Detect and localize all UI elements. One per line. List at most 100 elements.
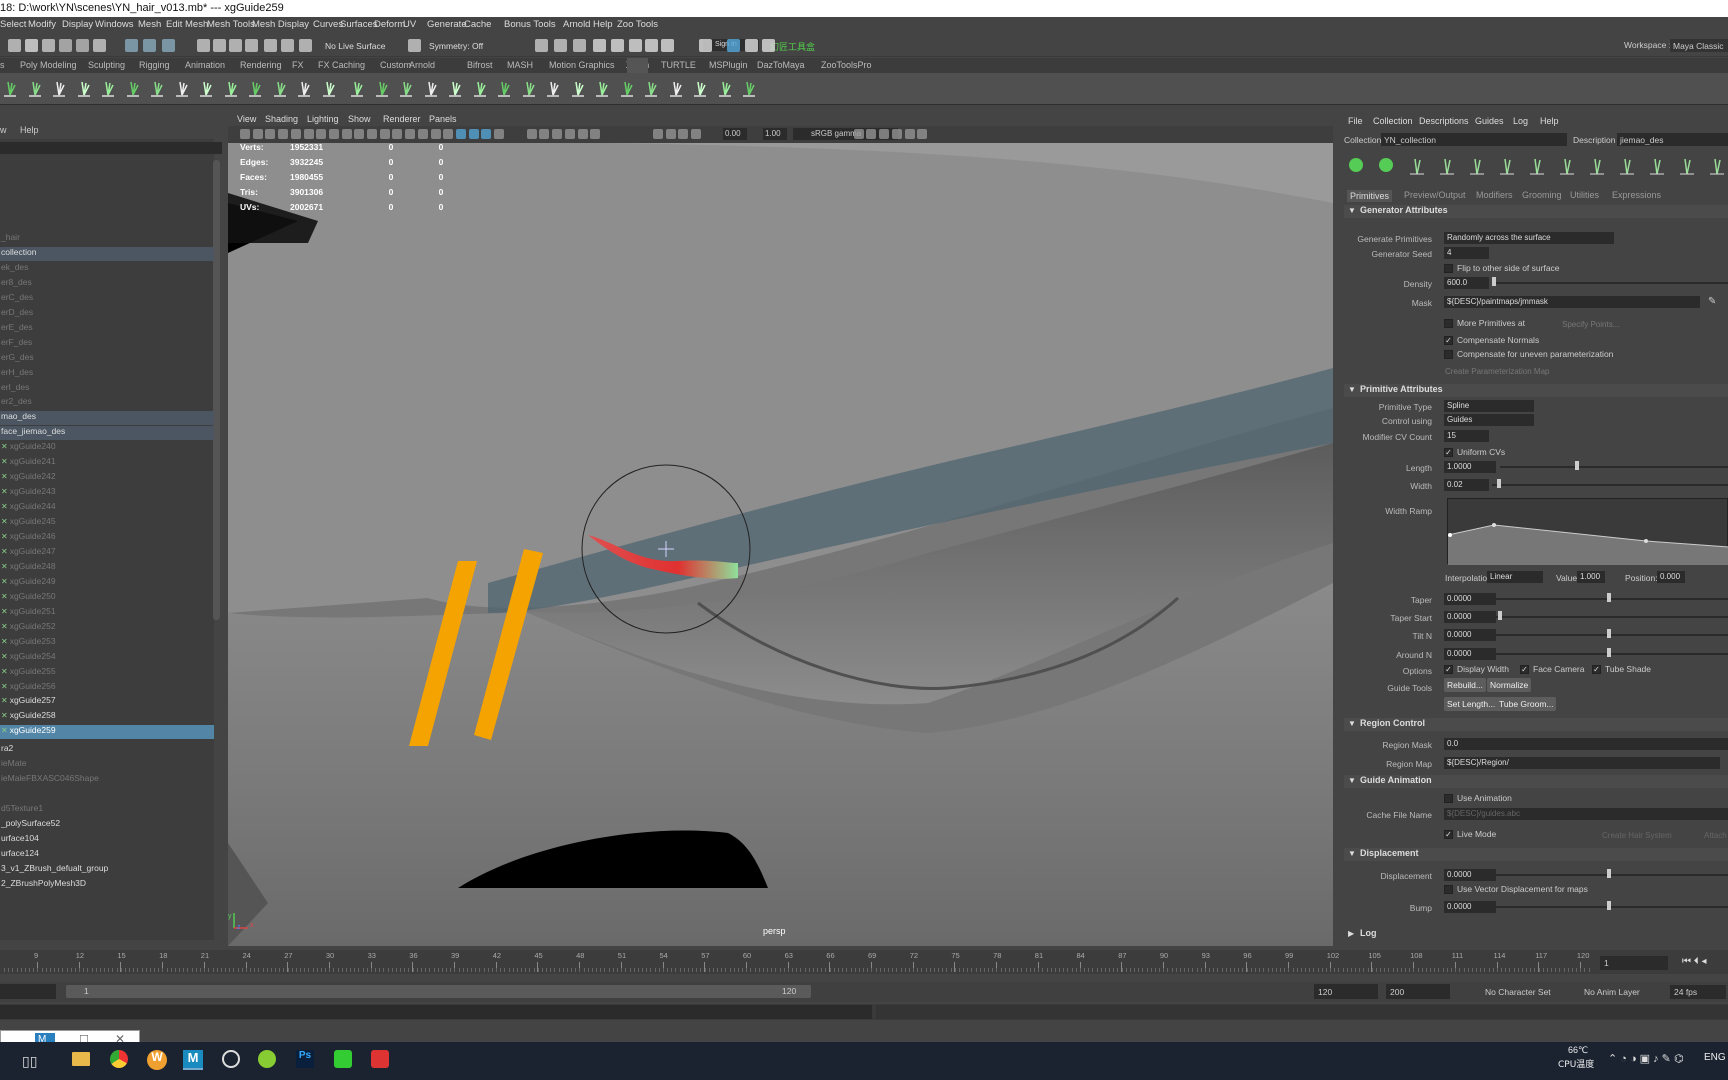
shelf-tab-msplugin[interactable]: MSPlugin xyxy=(709,60,748,70)
shelf-tab-sculpting[interactable]: Sculpting xyxy=(88,60,125,70)
around-slider[interactable] xyxy=(1496,653,1728,655)
xgen-tool-icon[interactable] xyxy=(1406,154,1428,176)
outliner-item[interactable]: urface104 xyxy=(0,833,214,847)
shelf-tab-fx[interactable]: FX xyxy=(292,60,304,70)
xgen-tool-icon[interactable] xyxy=(1436,154,1458,176)
toolbar-tool-icon[interactable] xyxy=(143,39,156,52)
collapse-arrow-icon[interactable]: ▼ xyxy=(1348,206,1356,215)
outliner-item[interactable]: urface124 xyxy=(0,848,214,862)
search-app-icon[interactable] xyxy=(222,1050,240,1068)
section-header-guide-animation[interactable]: ▼ Guide Animation xyxy=(1344,775,1728,788)
outliner-item[interactable]: ✕ xgGuide257 xyxy=(0,695,214,709)
xgen-shelf-tool-icon[interactable] xyxy=(690,78,710,98)
xgen-shelf-tool-icon[interactable] xyxy=(666,78,686,98)
uniform-cvs-checkbox[interactable]: ✓ xyxy=(1444,448,1453,457)
menu-modify[interactable]: Modify xyxy=(28,17,56,30)
width-field[interactable]: 0.02 xyxy=(1444,479,1489,491)
viewport-tool-icon[interactable] xyxy=(290,129,301,139)
xgen-shelf-tool-icon[interactable] xyxy=(123,78,143,98)
outliner-item[interactable]: ✕ xgGuide245 xyxy=(0,516,214,530)
xgen-tool-icon[interactable] xyxy=(1376,154,1398,176)
outliner-item[interactable]: mao_des xyxy=(0,411,214,426)
taper-start-field[interactable]: 0.0000 xyxy=(1444,611,1496,623)
viewport-tool-icon[interactable] xyxy=(652,129,663,139)
viewport-tool-icon[interactable] xyxy=(455,129,466,139)
xgen-shelf-tool-icon[interactable] xyxy=(421,78,441,98)
live-mode-checkbox[interactable]: ✓ xyxy=(1444,830,1453,839)
range-slider[interactable]: 1 120 xyxy=(66,985,811,998)
viewport-3d[interactable]: Verts: 1952331 0 0 Edges: 3932245 0 0 Faces: 1980… xyxy=(228,143,1333,946)
xgen-menu-file[interactable]: File xyxy=(1348,116,1363,126)
section-header-displacement[interactable]: ▼ Displacement xyxy=(1344,848,1728,861)
toolbar-tool-icon[interactable] xyxy=(162,39,175,52)
xgen-shelf-tool-icon[interactable] xyxy=(445,78,465,98)
outliner-item[interactable]: ✕ xgGuide249 xyxy=(0,576,214,590)
anim-start-field[interactable] xyxy=(0,984,56,999)
bump-field[interactable]: 0.0000 xyxy=(1444,901,1496,913)
toolbar-tool-icon[interactable] xyxy=(554,39,567,52)
shelf-tab-animation[interactable]: Animation xyxy=(185,60,225,70)
outliner-item[interactable]: 2_ZBrushPolyMesh3D xyxy=(0,878,214,892)
viewport-menu-panels[interactable]: Panels xyxy=(429,114,457,124)
viewport-tool-icon[interactable] xyxy=(417,129,428,139)
toolbar-tool-icon[interactable] xyxy=(25,39,38,52)
app-green2-icon[interactable] xyxy=(334,1050,352,1068)
viewport-tool-icon[interactable] xyxy=(590,129,601,139)
outliner-item[interactable]: face_jiemao_des xyxy=(0,426,214,441)
section-header-log[interactable]: ▶ Log xyxy=(1344,928,1728,941)
playback-controls[interactable]: ⏮ ⏴ ◂ xyxy=(1682,956,1726,970)
current-frame-field[interactable]: 1 xyxy=(1600,956,1668,970)
viewport-tool-icon[interactable] xyxy=(665,129,676,139)
outliner-item[interactable]: ✕ xgGuide247 xyxy=(0,546,214,560)
mel-input[interactable] xyxy=(0,1005,872,1019)
toolbar-tool-icon[interactable] xyxy=(8,39,21,52)
collection-dropdown[interactable]: YN_collection xyxy=(1381,133,1567,146)
menu-cache[interactable]: Cache xyxy=(464,17,491,30)
xgen-shelf-tool-icon[interactable] xyxy=(270,78,290,98)
outliner-item[interactable]: ✕ xgGuide242 xyxy=(0,471,214,485)
xgen-tab-expressions[interactable]: Expressions xyxy=(1612,190,1661,200)
xgen-shelf-tool-icon[interactable] xyxy=(294,78,314,98)
menu-bonus-tools[interactable]: Bonus Tools xyxy=(504,17,556,30)
xgen-shelf-tool-icon[interactable] xyxy=(592,78,612,98)
menu-uv[interactable]: UV xyxy=(403,17,416,30)
toolbar-tool-icon[interactable] xyxy=(76,39,89,52)
menu-mesh[interactable]: Mesh xyxy=(138,17,161,30)
viewport-tool-icon[interactable] xyxy=(494,129,504,139)
collapse-arrow-icon[interactable]: ▼ xyxy=(1348,849,1356,858)
viewport-tool-icon[interactable] xyxy=(379,129,390,139)
width-slider-handle[interactable] xyxy=(1496,479,1501,488)
tilt-field[interactable]: 0.0000 xyxy=(1444,629,1496,641)
toolbar-tool-icon[interactable] xyxy=(745,39,758,52)
toolbar-tool-icon[interactable] xyxy=(299,39,312,52)
toolbar-tool-icon[interactable] xyxy=(629,39,642,52)
outliner-item[interactable]: 3_v1_ZBrush_defualt_group xyxy=(0,863,214,877)
cache-file-field[interactable]: ${DESC}/guides.abc xyxy=(1444,808,1728,820)
viewport-tool-icon[interactable] xyxy=(678,129,689,139)
xgen-menu-descriptions[interactable]: Descriptions xyxy=(1419,116,1469,126)
toolbar-tool-icon[interactable] xyxy=(408,39,421,52)
toolbar-tool-icon[interactable] xyxy=(762,39,775,52)
shelf-tab-rendering[interactable]: Rendering xyxy=(240,60,282,70)
viewport-tool-icon[interactable] xyxy=(430,129,441,139)
create-hair-system-button[interactable]: Create Hair System xyxy=(1602,831,1672,840)
viewport-tool-icon[interactable] xyxy=(443,129,454,139)
attach-button[interactable]: Attach xyxy=(1704,831,1727,840)
viewport-menu-lighting[interactable]: Lighting xyxy=(307,114,339,124)
maya-taskbar-icon[interactable]: M xyxy=(183,1050,203,1070)
toolbar-tool-icon[interactable] xyxy=(661,39,674,52)
xgen-shelf-tool-icon[interactable] xyxy=(0,78,20,98)
menu-curves[interactable]: Curves xyxy=(313,17,343,30)
outliner-item[interactable]: ✕ xgGuide248 xyxy=(0,561,214,575)
xgen-tool-icon[interactable] xyxy=(1616,154,1638,176)
menu-windows[interactable]: Windows xyxy=(95,17,134,30)
shelf-tab-poly-modeling[interactable]: Poly Modeling xyxy=(20,60,77,70)
menu-display[interactable]: Display xyxy=(62,17,93,30)
displacement-field[interactable]: 0.0000 xyxy=(1444,869,1496,881)
primitive-type-dropdown[interactable]: Spline xyxy=(1444,400,1534,412)
outliner-item[interactable]: ieMate xyxy=(0,758,214,772)
outliner-item[interactable]: ✕ xgGuide250 xyxy=(0,591,214,605)
shelf-tab-turtle[interactable]: TURTLE xyxy=(661,60,696,70)
viewport-tool-icon[interactable] xyxy=(481,129,492,139)
app-red-icon[interactable] xyxy=(371,1050,389,1068)
